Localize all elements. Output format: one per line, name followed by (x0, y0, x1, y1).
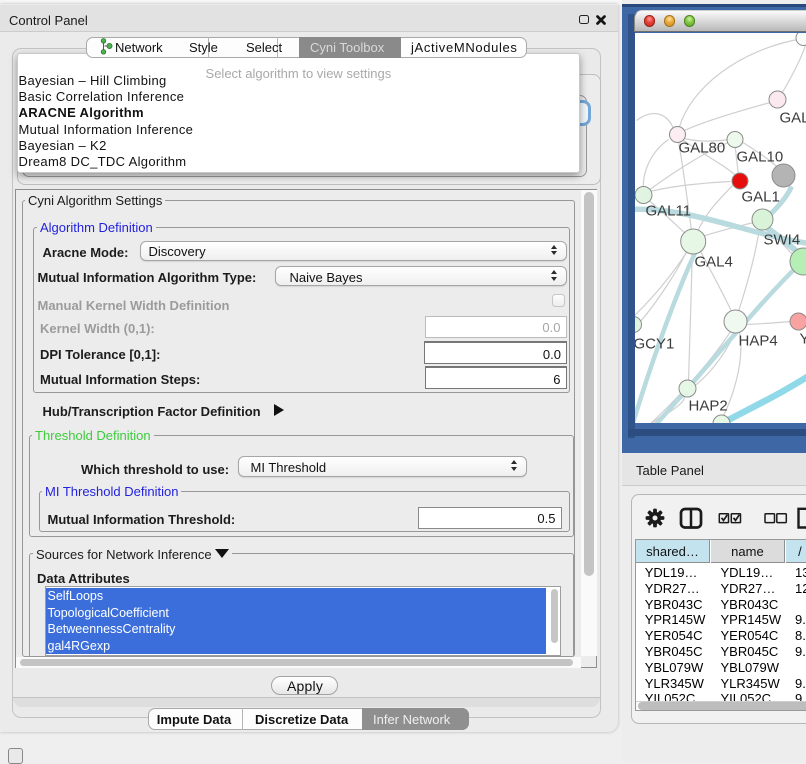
svg-text:HAP4: HAP4 (738, 332, 777, 349)
svg-text:GAL80: GAL80 (678, 139, 725, 156)
svg-text:Y: Y (799, 330, 806, 347)
svg-text:SWI4: SWI4 (763, 231, 800, 248)
svg-text:GAL10: GAL10 (736, 148, 783, 165)
svg-text:GAL2: GAL2 (779, 109, 806, 126)
svg-text:GAL4: GAL4 (694, 253, 732, 270)
svg-text:HAP2: HAP2 (688, 397, 727, 414)
svg-text:GAL11: GAL11 (645, 202, 691, 219)
svg-text:GCY1: GCY1 (635, 335, 674, 352)
svg-text:GAL1: GAL1 (741, 188, 779, 205)
